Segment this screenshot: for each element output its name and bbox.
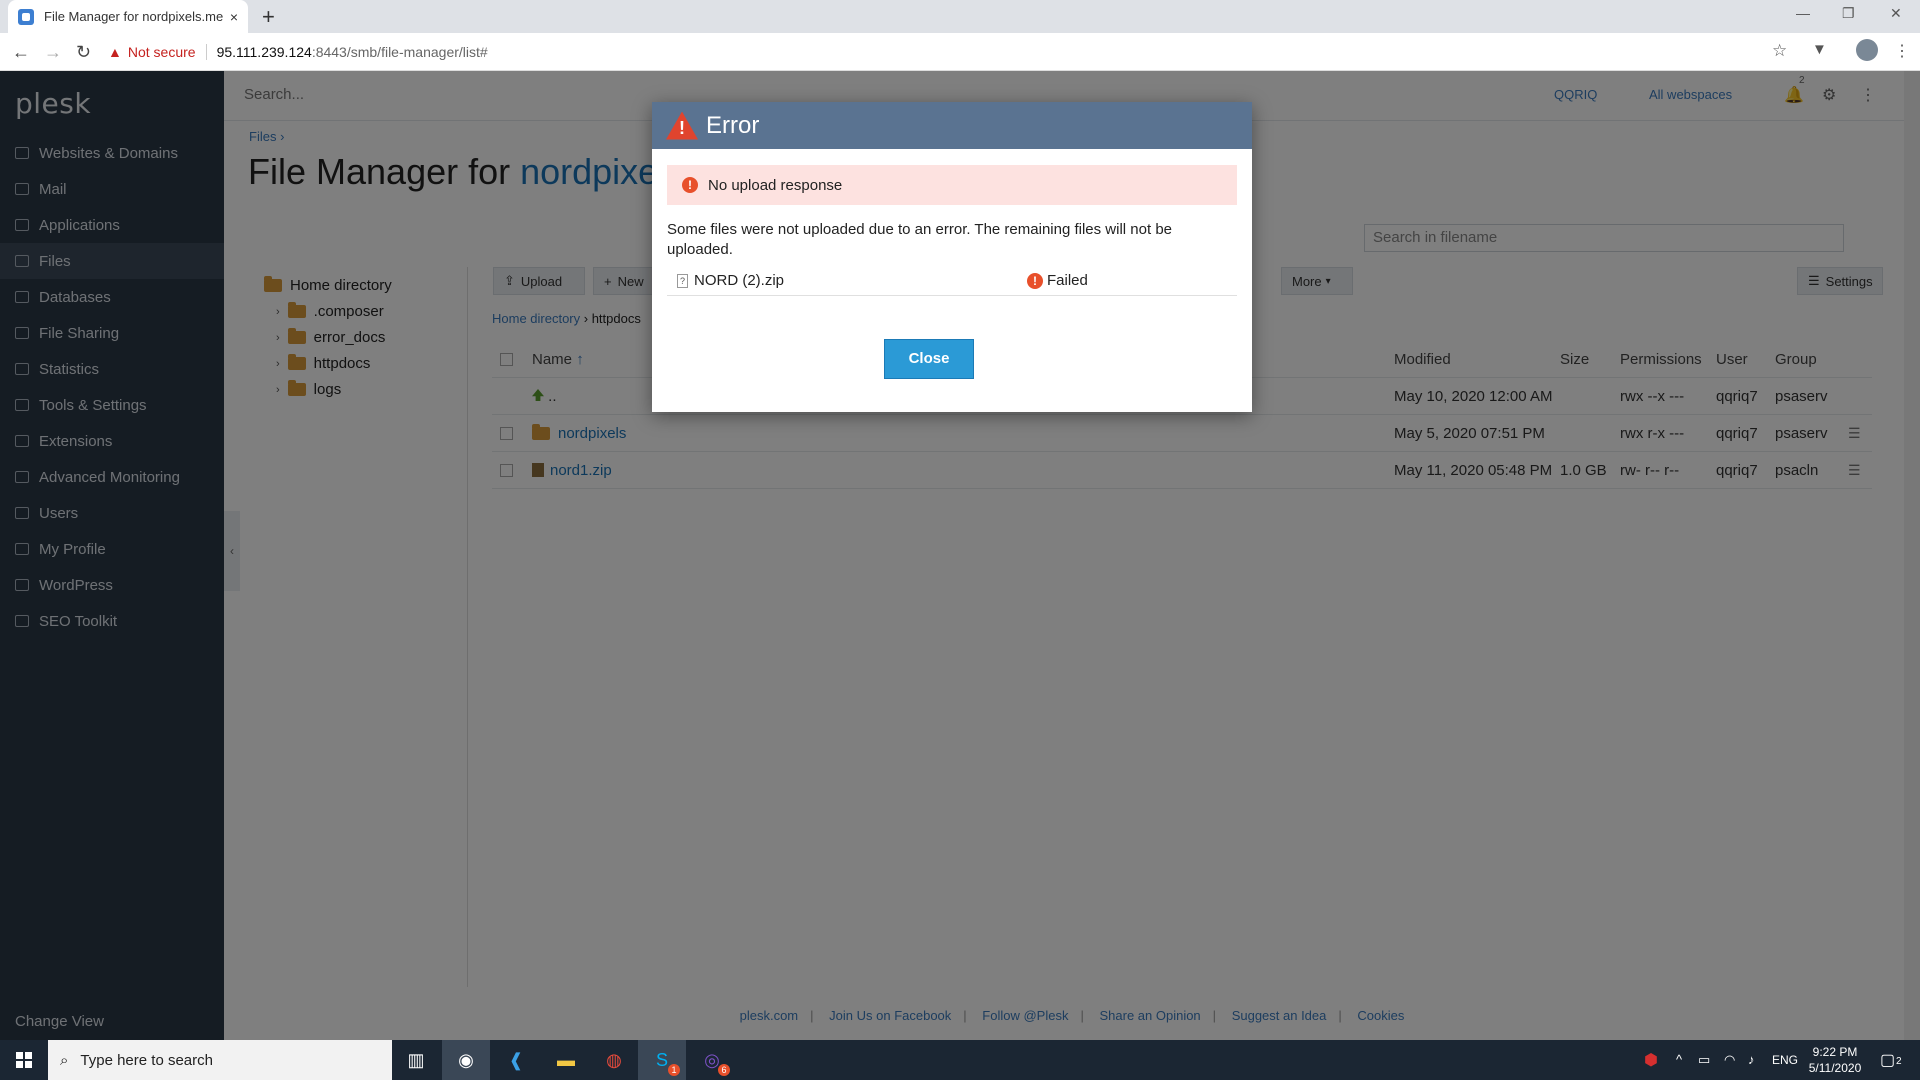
start-button[interactable]	[0, 1040, 48, 1080]
dialog-message: Some files were not uploaded due to an e…	[667, 221, 1173, 258]
file-explorer-icon[interactable]: ▬	[542, 1040, 590, 1080]
taskbar-search-input[interactable]: ⌕ Type here to search	[48, 1040, 392, 1080]
plesk-favicon-icon	[18, 8, 34, 25]
windows-logo-icon	[16, 1052, 32, 1068]
error-icon: !	[682, 177, 698, 193]
security-label: Not secure	[127, 44, 196, 60]
url-path: :8443/smb/file-manager/list#	[311, 44, 488, 60]
forward-icon[interactable]: →	[44, 42, 62, 63]
dialog-title: Error	[706, 111, 760, 139]
close-window-icon[interactable]: ✕	[1890, 5, 1902, 22]
clock[interactable]: 9:22 PM 5/11/2020	[1800, 1044, 1870, 1076]
antivirus-tray-icon[interactable]: ⬢	[1644, 1050, 1658, 1070]
windows-taskbar: ⌕ Type here to search ▥ ◉ ❰ ▬ ◍ S 1 ◎ 6 …	[0, 1040, 1920, 1080]
profile-avatar[interactable]	[1856, 39, 1878, 61]
clock-date: 5/11/2020	[1808, 1061, 1862, 1075]
bookmark-star-icon[interactable]: ☆	[1772, 41, 1787, 61]
reload-icon[interactable]: ↻	[76, 42, 91, 63]
browser-tab[interactable]: File Manager for nordpixels.me ×	[8, 0, 248, 33]
volume-icon[interactable]: ♪	[1748, 1052, 1755, 1067]
new-tab-button[interactable]: +	[262, 4, 275, 30]
clock-time: 9:22 PM	[1812, 1045, 1858, 1059]
error-icon: !	[1027, 272, 1043, 289]
viber-icon[interactable]: ◎	[688, 1040, 736, 1080]
close-button[interactable]: Close	[884, 339, 974, 379]
skype-badge: 1	[668, 1064, 680, 1076]
language-indicator[interactable]: ENG	[1772, 1053, 1798, 1067]
action-center-icon[interactable]: ▢	[1880, 1050, 1895, 1070]
failed-status: ! Failed	[1027, 272, 1088, 289]
extension-icon[interactable]: ▼	[1812, 41, 1827, 58]
close-tab-icon[interactable]: ×	[230, 9, 238, 25]
back-icon[interactable]: ←	[12, 42, 30, 63]
address-bar: ← → ↻ ▲ Not secure 95.111.239.124 :8443/…	[0, 33, 1920, 71]
failed-file: ? NORD (2).zip	[677, 272, 784, 289]
chevron-up-icon[interactable]: ^	[1676, 1052, 1682, 1067]
wifi-icon[interactable]: ◠	[1724, 1052, 1735, 1068]
battery-icon[interactable]: ▭	[1698, 1052, 1710, 1068]
error-dialog: ! Error ! No upload response Some files …	[652, 102, 1252, 412]
viber-badge: 6	[718, 1064, 730, 1076]
action-center-count: 2	[1896, 1056, 1902, 1067]
warning-icon: ▲	[108, 44, 122, 60]
vscode-icon[interactable]: ❰	[492, 1040, 540, 1080]
url-host: 95.111.239.124	[216, 44, 312, 60]
restore-icon[interactable]: ❐	[1842, 5, 1855, 22]
failed-file-name: NORD (2).zip	[694, 272, 785, 289]
alert-text: No upload response	[708, 176, 843, 194]
chrome-icon[interactable]: ◍	[590, 1040, 638, 1080]
url-field[interactable]: ▲ Not secure 95.111.239.124 :8443/smb/fi…	[108, 38, 1794, 66]
task-view-icon[interactable]: ▥	[392, 1040, 440, 1080]
skype-icon[interactable]: S	[638, 1040, 686, 1080]
error-alert: ! No upload response	[667, 165, 1237, 205]
dialog-header: ! Error	[652, 102, 1252, 149]
browser-menu-icon[interactable]: ⋮	[1894, 41, 1910, 61]
failed-file-row: ? NORD (2).zip ! Failed	[667, 262, 1237, 296]
minimize-icon[interactable]: —	[1796, 5, 1810, 21]
app-icon-tray[interactable]: ◉	[442, 1040, 490, 1080]
taskbar-search-placeholder: Type here to search	[80, 1051, 213, 1069]
search-icon: ⌕	[60, 1051, 69, 1069]
failed-status-label: Failed	[1047, 272, 1088, 289]
url-divider	[205, 44, 207, 60]
unknown-file-icon: ?	[677, 273, 688, 288]
warning-triangle-icon: !	[666, 111, 698, 140]
browser-tab-bar: File Manager for nordpixels.me × + — ❐ ✕	[0, 0, 1920, 33]
tab-title: File Manager for nordpixels.me	[44, 9, 224, 24]
